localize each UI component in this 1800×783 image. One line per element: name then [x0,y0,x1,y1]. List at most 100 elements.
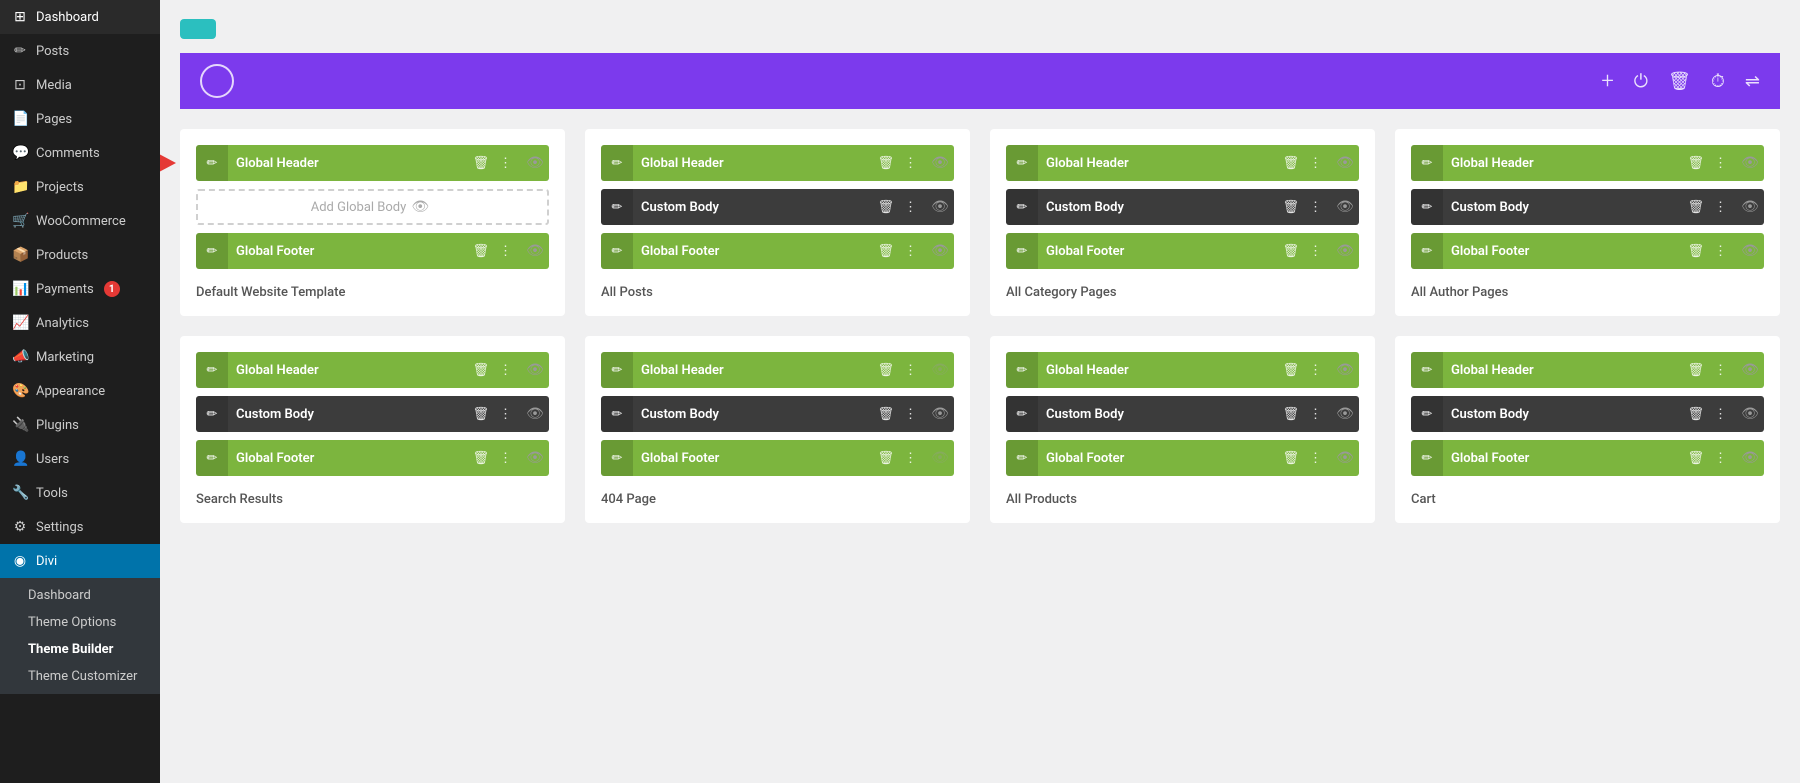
visibility-toggle[interactable]: 👁 [926,145,954,181]
delete-row-icon[interactable]: 🗑 [1684,449,1707,468]
delete-row-icon[interactable]: 🗑 [874,198,897,217]
more-options-icon[interactable]: ⋮ [901,361,920,380]
sidebar-item-dashboard[interactable]: ⊞Dashboard [0,0,160,34]
sidebar-item-users[interactable]: 👤Users [0,442,160,476]
power-icon[interactable]: ⏻ [1634,71,1648,92]
visibility-toggle[interactable]: 👁 [1736,233,1764,269]
delete-row-icon[interactable]: 🗑 [874,361,897,380]
delete-row-icon[interactable]: 🗑 [874,449,897,468]
edit-row-button[interactable]: ✏ [601,440,633,476]
more-options-icon[interactable]: ⋮ [1306,198,1325,217]
delete-row-icon[interactable]: 🗑 [1684,361,1707,380]
sidebar-item-pages[interactable]: 📄Pages [0,102,160,136]
sidebar-item-products[interactable]: 📦Products [0,238,160,272]
delete-row-icon[interactable]: 🗑 [1684,242,1707,261]
more-options-icon[interactable]: ⋮ [901,198,920,217]
edit-row-button[interactable]: ✏ [196,352,228,388]
sidebar-item-divi[interactable]: ◉Divi [0,544,160,578]
sidebar-item-marketing[interactable]: 📣Marketing [0,340,160,374]
delete-row-icon[interactable]: 🗑 [1279,449,1302,468]
more-options-icon[interactable]: ⋮ [1711,198,1730,217]
delete-row-icon[interactable]: 🗑 [1684,405,1707,424]
sidebar-item-tools[interactable]: 🔧Tools [0,476,160,510]
sidebar-item-payments[interactable]: 📊Payments1 [0,272,160,306]
sidebar-sub-theme-options[interactable]: Theme Options [0,609,160,636]
sidebar-item-posts[interactable]: ✏Posts [0,34,160,68]
delete-row-icon[interactable]: 🗑 [1279,242,1302,261]
sidebar-item-media[interactable]: ⊡Media [0,68,160,102]
edit-row-button[interactable]: ✏ [601,145,633,181]
edit-row-button[interactable]: ✏ [601,396,633,432]
sidebar-item-settings[interactable]: ⚙Settings [0,510,160,544]
add-body-row[interactable]: Add Global Body👁 [196,189,549,225]
visibility-toggle[interactable]: 👁 [521,233,549,269]
visibility-toggle[interactable]: 👁 [521,145,549,181]
edit-row-button[interactable]: ✏ [1411,189,1443,225]
edit-row-button[interactable]: ✏ [601,189,633,225]
delete-row-icon[interactable]: 🗑 [874,405,897,424]
visibility-toggle[interactable]: 👁 [521,396,549,432]
more-options-icon[interactable]: ⋮ [901,154,920,173]
delete-row-icon[interactable]: 🗑 [469,242,492,261]
more-options-icon[interactable]: ⋮ [496,361,515,380]
add-icon[interactable]: + [1601,69,1613,94]
visibility-toggle[interactable]: 👁 [1736,440,1764,476]
visibility-toggle[interactable]: 👁 [926,352,954,388]
edit-row-button[interactable]: ✏ [1411,145,1443,181]
sidebar-item-appearance[interactable]: 🎨Appearance [0,374,160,408]
edit-row-button[interactable]: ✏ [601,352,633,388]
more-options-icon[interactable]: ⋮ [1711,449,1730,468]
more-options-icon[interactable]: ⋮ [496,405,515,424]
visibility-toggle[interactable]: 👁 [1736,145,1764,181]
sidebar-item-woocommerce[interactable]: 🛒WooCommerce [0,204,160,238]
sidebar-item-comments[interactable]: 💬Comments [0,136,160,170]
history-icon[interactable]: ⏱ [1711,71,1725,92]
visibility-toggle[interactable]: 👁 [1331,189,1359,225]
sidebar-sub-dashboard-sub[interactable]: Dashboard [0,582,160,609]
edit-row-button[interactable]: ✏ [196,440,228,476]
edit-row-button[interactable]: ✏ [1411,440,1443,476]
visibility-toggle[interactable]: 👁 [1331,396,1359,432]
edit-row-button[interactable]: ✏ [196,396,228,432]
delete-row-icon[interactable]: 🗑 [1279,361,1302,380]
delete-row-icon[interactable]: 🗑 [469,405,492,424]
visibility-toggle[interactable]: 👁 [1331,440,1359,476]
visibility-toggle[interactable]: 👁 [926,440,954,476]
edit-row-button[interactable]: ✏ [1006,352,1038,388]
delete-row-icon[interactable]: 🗑 [874,242,897,261]
visibility-toggle[interactable]: 👁 [1736,396,1764,432]
sidebar-item-analytics[interactable]: 📈Analytics [0,306,160,340]
delete-row-icon[interactable]: 🗑 [1684,198,1707,217]
more-options-icon[interactable]: ⋮ [901,242,920,261]
visibility-toggle[interactable]: 👁 [521,440,549,476]
visibility-toggle[interactable]: 👁 [1331,233,1359,269]
more-options-icon[interactable]: ⋮ [1711,242,1730,261]
more-options-icon[interactable]: ⋮ [496,449,515,468]
more-options-icon[interactable]: ⋮ [496,242,515,261]
more-options-icon[interactable]: ⋮ [1711,154,1730,173]
edit-row-button[interactable]: ✏ [1411,396,1443,432]
more-options-icon[interactable]: ⋮ [1306,361,1325,380]
edit-row-button[interactable]: ✏ [1006,440,1038,476]
visibility-toggle[interactable]: 👁 [926,189,954,225]
more-options-icon[interactable]: ⋮ [1306,449,1325,468]
edit-row-button[interactable]: ✏ [196,233,228,269]
more-options-icon[interactable]: ⋮ [496,154,515,173]
sidebar-sub-theme-builder[interactable]: Theme Builder [0,636,160,663]
delete-row-icon[interactable]: 🗑 [469,154,492,173]
edit-row-button[interactable]: ✏ [1006,145,1038,181]
edit-row-button[interactable]: ✏ [196,145,228,181]
delete-row-icon[interactable]: 🗑 [469,449,492,468]
saved-button[interactable] [180,19,216,39]
more-options-icon[interactable]: ⋮ [901,449,920,468]
visibility-toggle[interactable]: 👁 [926,396,954,432]
delete-row-icon[interactable]: 🗑 [1279,405,1302,424]
more-options-icon[interactable]: ⋮ [1306,405,1325,424]
row-visibility-icon[interactable]: 👁 [406,189,434,225]
more-options-icon[interactable]: ⋮ [1306,154,1325,173]
edit-row-button[interactable]: ✏ [1411,352,1443,388]
visibility-toggle[interactable]: 👁 [1331,145,1359,181]
visibility-toggle[interactable]: 👁 [1736,189,1764,225]
sidebar-item-plugins[interactable]: 🔌Plugins [0,408,160,442]
edit-row-button[interactable]: ✏ [601,233,633,269]
